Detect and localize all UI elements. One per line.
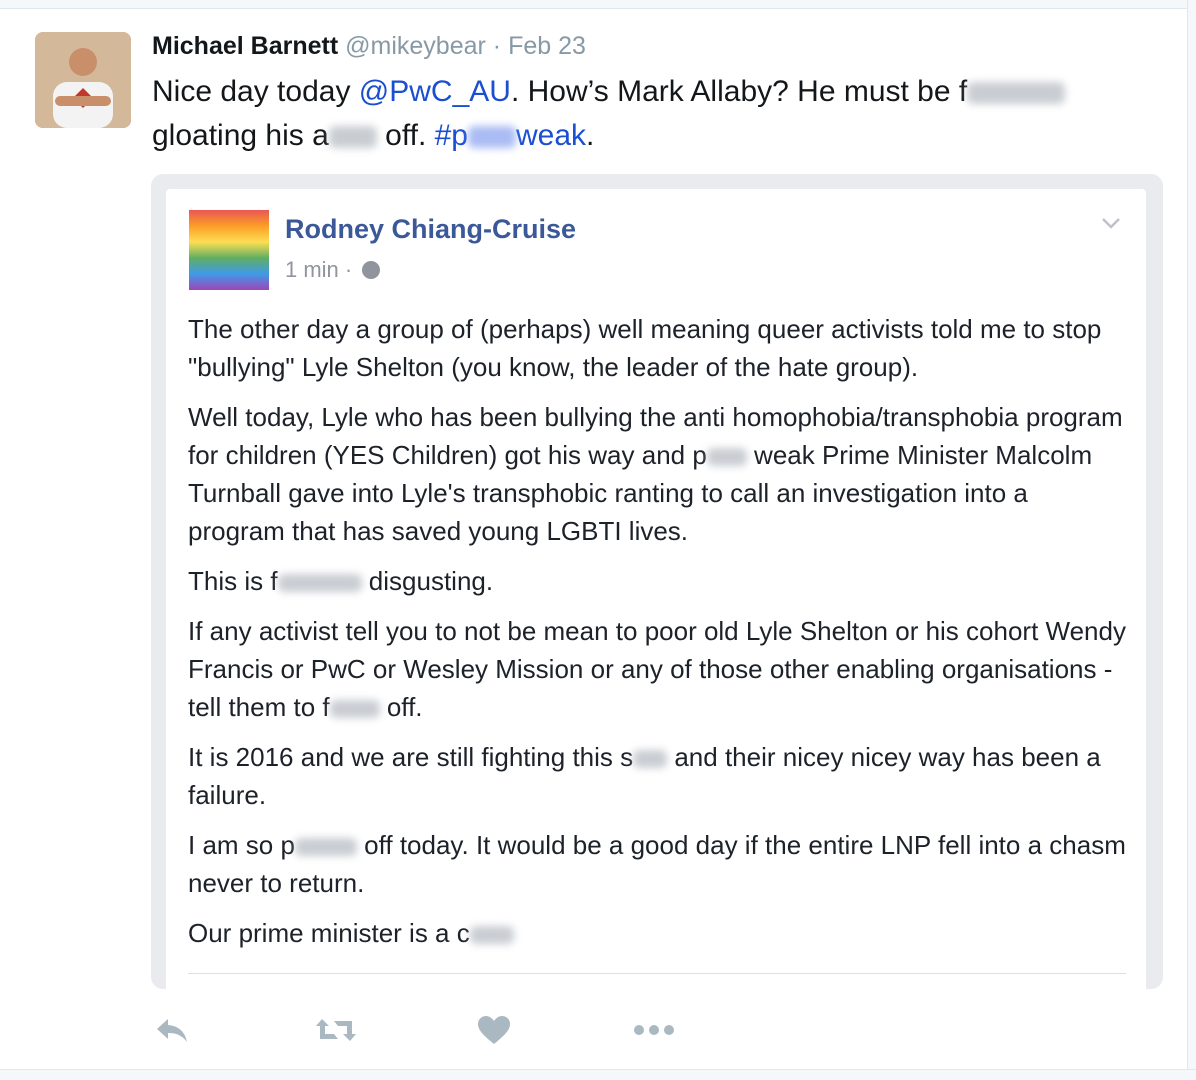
tweet-actions bbox=[0, 1010, 1196, 1050]
fb-post-body: The other day a group of (perhaps) well … bbox=[188, 310, 1128, 964]
author-name[interactable]: Michael Barnett bbox=[152, 32, 338, 60]
censor-blur bbox=[967, 82, 1066, 105]
retweet-icon bbox=[316, 1019, 356, 1041]
hashtag-link[interactable]: #p weak bbox=[435, 119, 586, 152]
fb-text: Our prime minister is a c bbox=[188, 918, 470, 948]
more-icon bbox=[634, 1025, 674, 1035]
tweet-text-part: . How’s Mark Allaby? He must be f bbox=[510, 75, 968, 108]
censor-blur bbox=[706, 448, 747, 467]
tweet-date[interactable]: Feb 23 bbox=[508, 32, 586, 60]
right-border bbox=[1187, 0, 1196, 1080]
censor-blur bbox=[469, 926, 514, 945]
reply-button[interactable] bbox=[152, 1010, 192, 1050]
fb-text: disgusting. bbox=[361, 566, 494, 596]
censor-blur bbox=[328, 126, 377, 149]
author-handle[interactable]: @mikeybear bbox=[345, 32, 486, 60]
censor-blur bbox=[294, 838, 357, 857]
fb-avatar[interactable] bbox=[189, 210, 269, 290]
fb-text: The other day a group of (perhaps) well … bbox=[188, 314, 1102, 382]
reply-icon bbox=[157, 1019, 187, 1042]
avatar[interactable] bbox=[35, 32, 131, 128]
fb-paragraph: Well today, Lyle who has been bullying t… bbox=[188, 398, 1128, 550]
retweet-button[interactable] bbox=[312, 1010, 360, 1050]
globe-icon bbox=[362, 261, 381, 279]
fb-meta: 1 min · bbox=[285, 256, 381, 284]
separator-dot: · bbox=[344, 257, 353, 282]
censor-blur bbox=[633, 750, 668, 769]
divider bbox=[188, 973, 1126, 974]
mention-link[interactable]: @PwC_AU bbox=[359, 75, 511, 108]
tweet-text-part: Nice day today bbox=[152, 75, 359, 108]
fb-text: This is f bbox=[188, 566, 278, 596]
hashtag-part: #p bbox=[434, 119, 468, 152]
like-icon bbox=[478, 1016, 510, 1044]
tweet-text-part: . bbox=[586, 119, 595, 152]
top-border bbox=[0, 0, 1196, 9]
fb-author-name[interactable]: Rodney Chiang-Cruise bbox=[285, 212, 576, 246]
censor-blur bbox=[277, 574, 362, 593]
censor-blur bbox=[329, 700, 380, 719]
fb-text: It is 2016 and we are still fighting thi… bbox=[188, 742, 634, 772]
tweet-text-part: off. bbox=[376, 119, 435, 152]
bottom-border bbox=[0, 1069, 1196, 1080]
censor-blur bbox=[468, 126, 516, 149]
tweet-text: Nice day today @PwC_AU. How’s Mark Allab… bbox=[152, 70, 1142, 158]
like-button[interactable] bbox=[474, 1010, 514, 1050]
more-button[interactable] bbox=[632, 1010, 676, 1050]
fb-paragraph: Our prime minister is a c bbox=[188, 914, 1128, 952]
separator-dot: · bbox=[492, 32, 502, 60]
fb-time[interactable]: 1 min bbox=[285, 257, 339, 282]
fb-paragraph: If any activist tell you to not be mean … bbox=[188, 612, 1128, 726]
tweet-text-part: gloating his a bbox=[152, 119, 329, 152]
fb-text: I am so p bbox=[188, 830, 295, 860]
fb-text: If any activist tell you to not be mean … bbox=[188, 616, 1126, 722]
tweet-header: Michael Barnett @mikeybear · Feb 23 bbox=[152, 30, 586, 62]
fb-paragraph: I am so p off today. It would be a good … bbox=[188, 826, 1128, 902]
chevron-down-icon[interactable] bbox=[1100, 212, 1122, 234]
fb-paragraph: It is 2016 and we are still fighting thi… bbox=[188, 738, 1128, 814]
fb-paragraph: The other day a group of (perhaps) well … bbox=[188, 310, 1128, 386]
fb-paragraph: This is f disgusting. bbox=[188, 562, 1128, 600]
hashtag-part: weak bbox=[516, 119, 587, 152]
fb-text: off. bbox=[379, 692, 423, 722]
